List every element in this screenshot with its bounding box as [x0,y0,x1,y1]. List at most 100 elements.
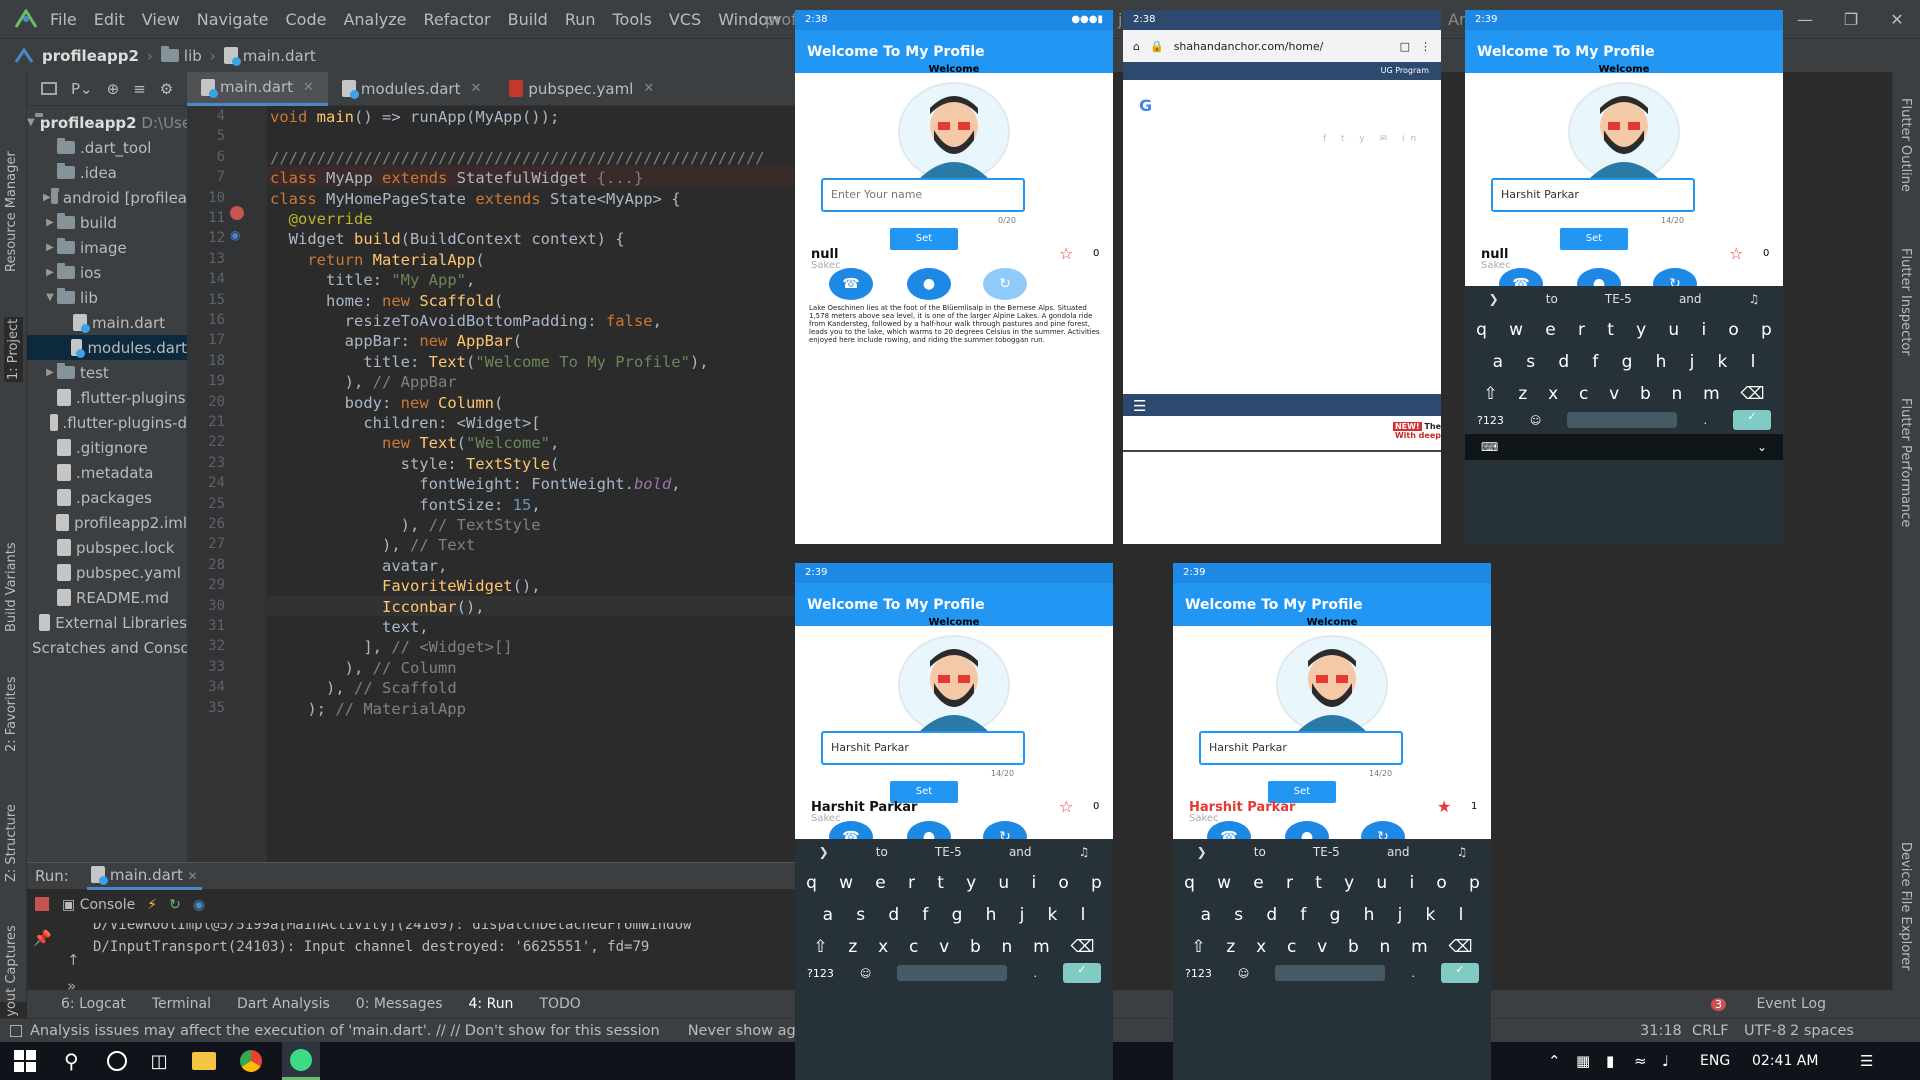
key-f[interactable]: f [1300,905,1306,925]
key-u[interactable]: u [998,873,1009,893]
key-e[interactable]: e [1253,873,1263,893]
tree-item[interactable]: .flutter-plugins [27,385,187,410]
suggestion[interactable]: to [1546,292,1558,306]
key-b[interactable]: b [1640,384,1651,404]
breadcrumb-folder[interactable]: lib [160,45,202,65]
enter-key-icon[interactable]: ✓ [1441,963,1479,983]
key-p[interactable]: p [1091,873,1102,893]
code-line[interactable]: appBar: new AppBar( [270,332,522,350]
key-n[interactable]: n [1380,937,1391,957]
name-input[interactable]: Harshit Parkar [1491,178,1695,212]
home-icon[interactable]: ⌂ [1133,40,1140,53]
key-v[interactable]: v [1317,937,1327,957]
key-o[interactable]: o [1728,320,1738,340]
tree-item[interactable]: pubspec.lock [27,535,187,560]
menu-view[interactable]: View [142,10,180,29]
key-z[interactable]: z [1226,937,1235,957]
key-v[interactable]: v [939,937,949,957]
key-a[interactable]: a [1493,352,1503,372]
name-input[interactable]: Harshit Parkar [1199,731,1403,765]
key-j[interactable]: j [1690,352,1695,372]
code-line[interactable]: void main() => runApp(MyApp()); [270,108,559,126]
close-tab-icon[interactable]: ✕ [470,81,481,96]
tool-window-device-file-explorer[interactable]: Device File Explorer [1898,842,1913,971]
key-r[interactable]: r [908,873,915,893]
key-j[interactable]: j [1398,905,1403,925]
share-button-icon[interactable]: ↻ [983,268,1027,300]
todo-tab[interactable]: TODO [539,996,580,1012]
code-line[interactable]: Widget build(BuildContext context) { [270,230,625,248]
tray-app-icon[interactable]: ▦ [1576,1052,1590,1070]
windows-start-icon[interactable] [14,1050,36,1072]
key-w[interactable]: w [1509,320,1523,340]
key-c[interactable]: c [1287,937,1296,957]
key-l[interactable]: l [1751,352,1756,372]
battery-icon[interactable]: ▮ [1606,1052,1614,1070]
microphone-icon[interactable]: ♫ [1079,845,1090,859]
symbols-key[interactable]: ?123 [1185,967,1212,980]
tree-item[interactable]: main.dart [27,310,187,335]
key-y[interactable]: y [966,873,976,893]
menu-icon[interactable]: ⋮ [1420,40,1431,53]
symbols-key[interactable]: ?123 [807,967,834,980]
code-line[interactable]: new Text("Welcome", [270,434,559,452]
suggestion[interactable]: and [1009,845,1032,859]
tabs-icon[interactable]: □ [1400,40,1410,53]
pin-icon[interactable]: 📌 [33,929,52,947]
code-line[interactable]: text, [270,618,429,636]
suggestions-expand-icon[interactable]: ❯ [819,845,829,859]
space-key[interactable] [1275,965,1386,981]
file-encoding[interactable]: UTF-8 [1744,1023,1786,1039]
favorite-star-icon[interactable]: ☆ [1729,244,1743,263]
suggestion[interactable]: TE-5 [935,845,962,859]
tree-item[interactable]: ▶ build [27,210,187,235]
code-line[interactable]: ], // <Widget>[] [270,638,512,656]
name-input[interactable]: Enter Your name [821,178,1025,212]
key-e[interactable]: e [1545,320,1555,340]
cortana-icon[interactable] [106,1051,127,1071]
code-line[interactable]: FavoriteWidget(), [270,577,541,595]
devtools-icon[interactable]: ◉ [193,897,205,913]
tab-main-dart[interactable]: main.dart ✕ [187,71,328,106]
code-line[interactable]: ), // Column [270,659,457,677]
settings-gear-icon[interactable]: ⚙ [160,80,173,98]
key-o[interactable]: o [1058,873,1068,893]
emoji-key-icon[interactable]: ☺ [1530,414,1541,427]
file-explorer-icon[interactable] [191,1052,216,1070]
key-p[interactable]: p [1469,873,1480,893]
call-button-icon[interactable]: ☎ [829,268,873,300]
key-g[interactable]: g [1622,352,1633,372]
shift-key-icon[interactable]: ⇧ [813,937,827,957]
dart-analysis-tab[interactable]: Dart Analysis [237,996,330,1012]
emoji-key-icon[interactable]: ☺ [1238,967,1249,980]
key-b[interactable]: b [1348,937,1359,957]
key-z[interactable]: z [848,937,857,957]
event-log[interactable]: 3 Event Log [1710,996,1852,1012]
symbols-key[interactable]: ?123 [1477,414,1504,427]
console-tab[interactable]: ▣ Console [62,897,135,913]
key-a[interactable]: a [823,905,833,925]
key-k[interactable]: k [1718,352,1728,372]
code-line[interactable]: ////////////////////////////////////////… [270,149,765,167]
key-h[interactable]: h [986,905,997,925]
key-x[interactable]: x [1256,937,1266,957]
favorite-star-icon[interactable]: ☆ [1059,797,1073,816]
location-button-icon[interactable]: ● [907,268,951,300]
menu-tools[interactable]: Tools [613,10,652,29]
suggestion[interactable]: to [1254,845,1266,859]
tree-item[interactable]: pubspec.yaml [27,560,187,585]
menu-run[interactable]: Run [565,10,596,29]
code-line[interactable]: fontWeight: FontWeight.bold, [270,475,680,493]
key-h[interactable]: h [1656,352,1667,372]
stop-button[interactable] [35,897,49,911]
key-q[interactable]: q [806,873,817,893]
key-d[interactable]: d [1266,905,1277,925]
scroll-up-icon[interactable]: ↑ [67,951,80,969]
key-u[interactable]: u [1668,320,1679,340]
code-editor[interactable]: void main() => runApp(MyApp()); /////////… [267,106,797,862]
tool-window-favorites[interactable]: 2: Favorites [4,676,19,752]
tool-window-flutter-performance[interactable]: Flutter Performance [1898,398,1913,527]
space-key[interactable] [1567,412,1678,428]
line-separator[interactable]: CRLF [1692,1023,1729,1039]
tool-window-resource-manager[interactable]: Resource Manager [4,151,19,272]
